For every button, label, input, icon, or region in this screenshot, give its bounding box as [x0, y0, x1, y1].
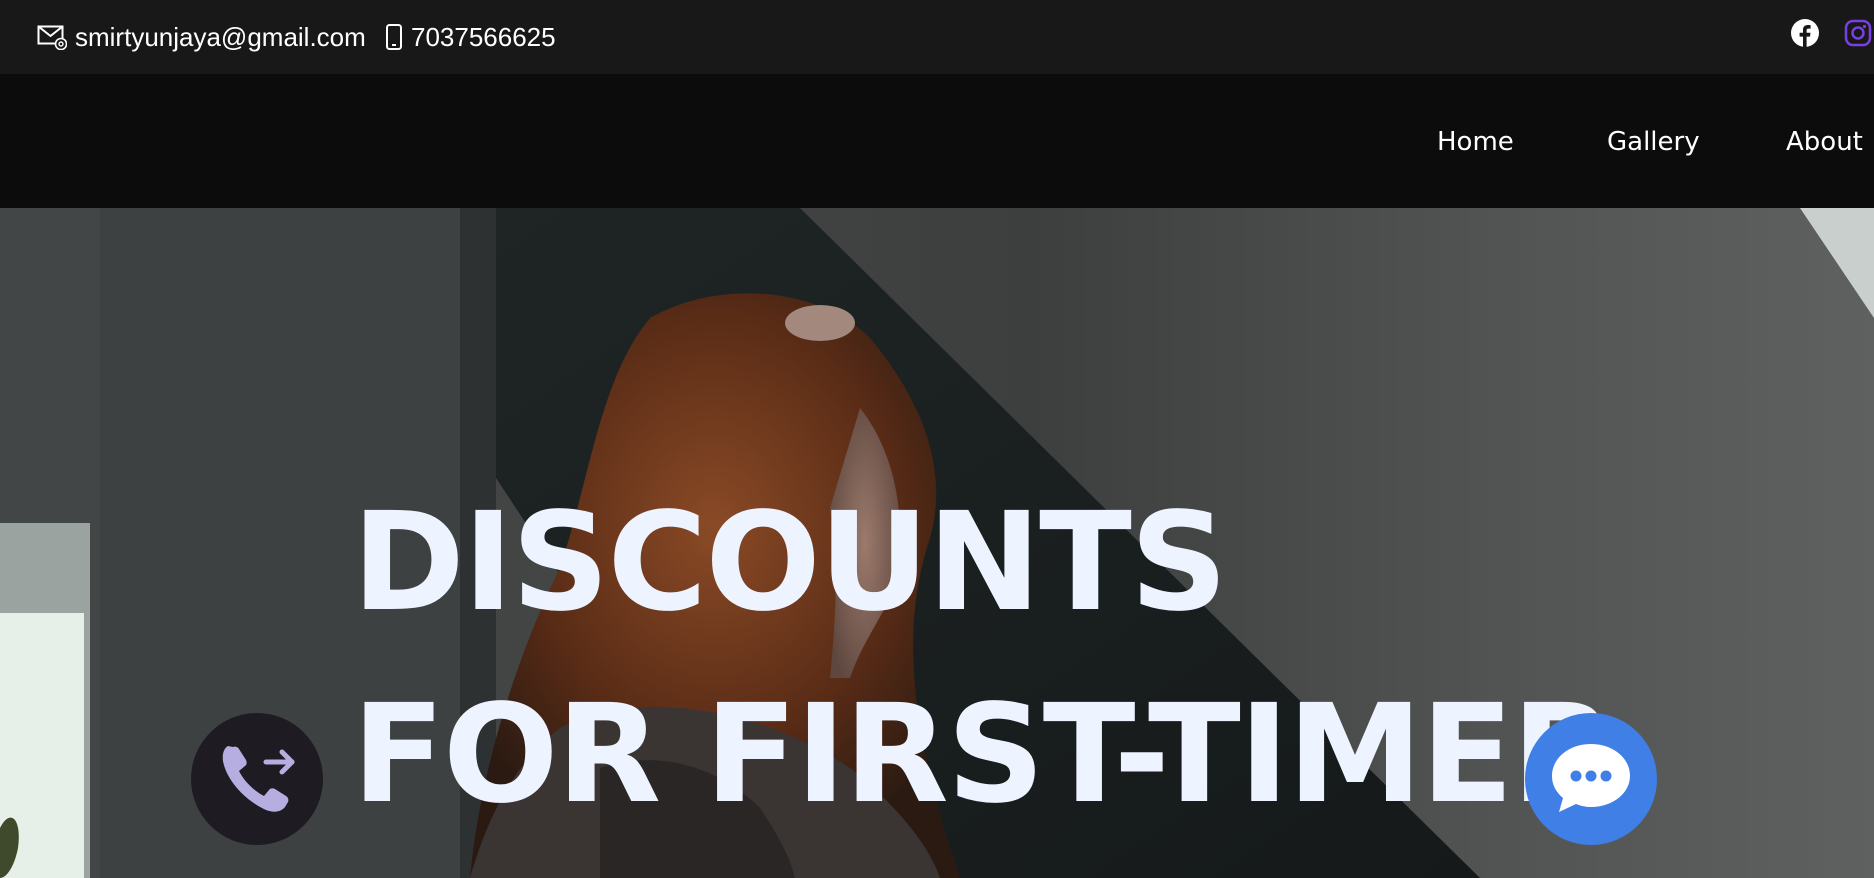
- main-navigation: Home Gallery About: [0, 74, 1874, 208]
- chat-bubble-icon: [1546, 732, 1636, 827]
- call-button[interactable]: [191, 713, 323, 845]
- phone-text: 7037566625: [411, 21, 556, 52]
- hero-title-line-2: FOR FIRST-TIMER: [352, 676, 1616, 834]
- mobile-phone-icon: [385, 23, 403, 51]
- email-contact[interactable]: smirtyunjaya@gmail.com: [37, 0, 366, 74]
- instagram-icon[interactable]: [1843, 18, 1873, 48]
- email-text: smirtyunjaya@gmail.com: [75, 21, 366, 52]
- nav-home-link[interactable]: Home: [1437, 74, 1514, 208]
- hero-title-line-1: DISCOUNTS: [352, 484, 1228, 642]
- phone-forward-icon: [214, 734, 300, 825]
- envelope-icon: [37, 24, 67, 50]
- nav-about-link[interactable]: About: [1786, 74, 1863, 208]
- nav-gallery-link[interactable]: Gallery: [1607, 74, 1700, 208]
- chat-button[interactable]: [1525, 713, 1657, 845]
- facebook-icon[interactable]: [1790, 18, 1820, 48]
- top-contact-bar: smirtyunjaya@gmail.com 7037566625: [0, 0, 1874, 74]
- phone-contact[interactable]: 7037566625: [385, 0, 556, 74]
